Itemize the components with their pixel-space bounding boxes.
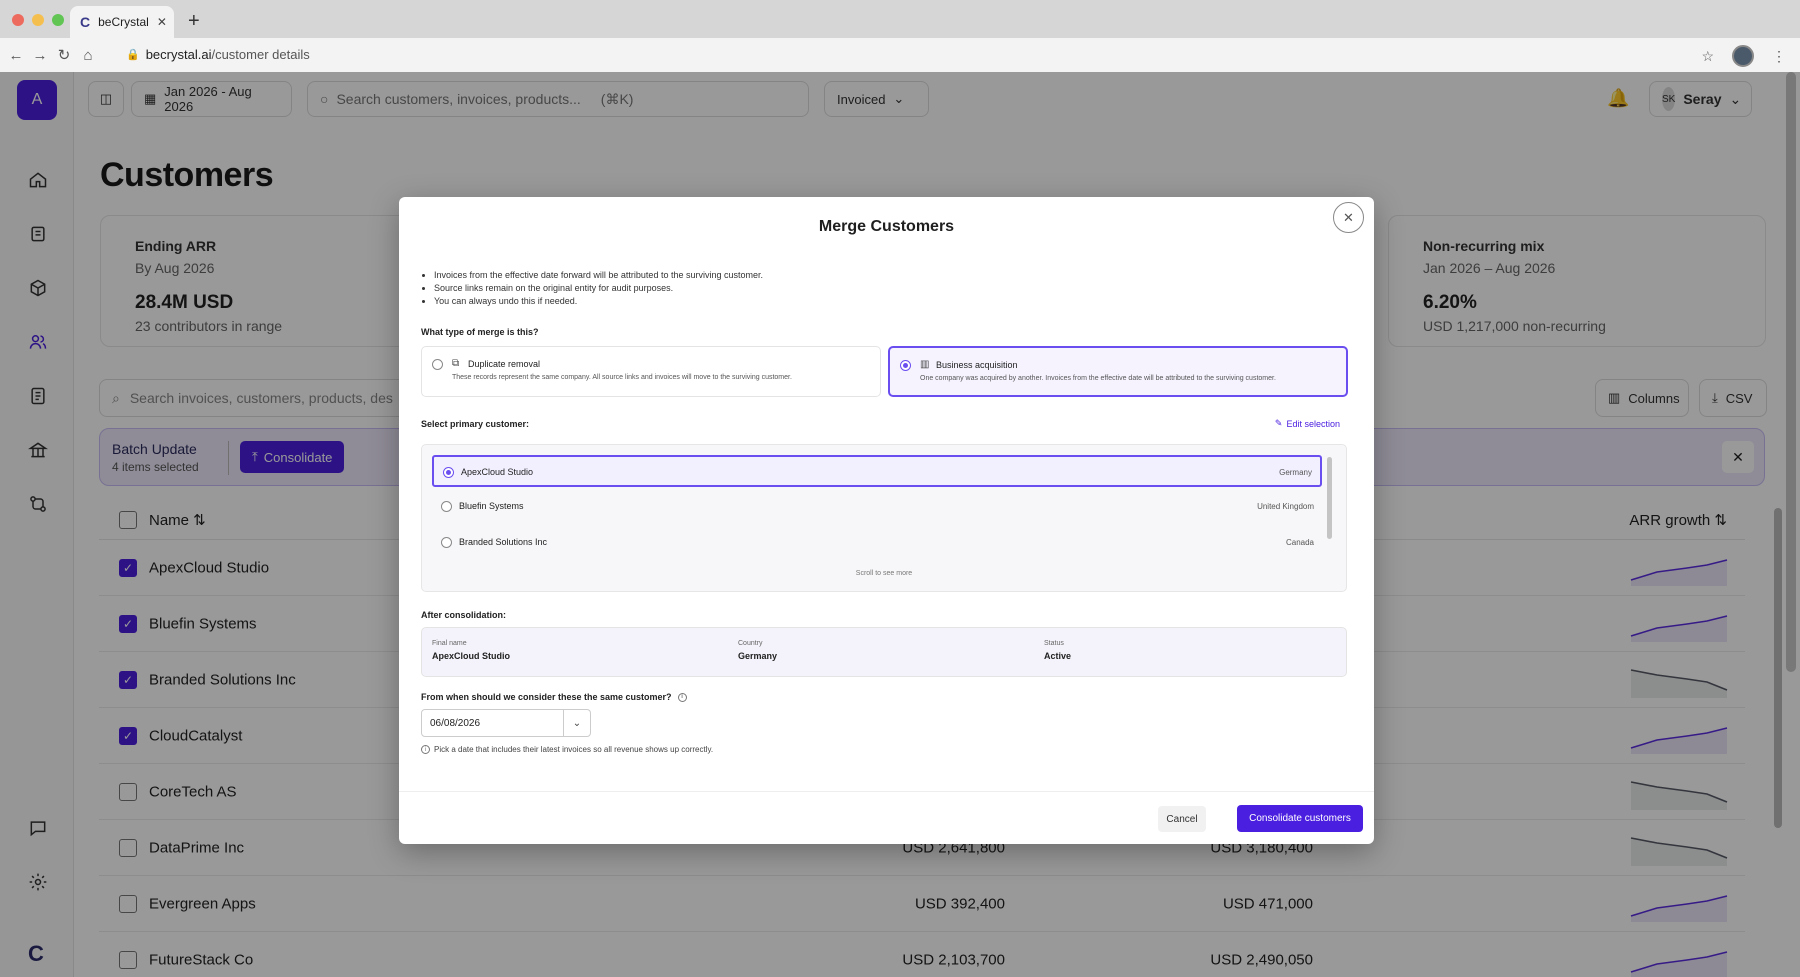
consolidate-customers-button[interactable]: Consolidate customers [1237, 805, 1363, 832]
back-icon[interactable]: ← [4, 47, 28, 64]
bookmark-star-icon[interactable]: ☆ [1701, 48, 1714, 65]
customer-country: United Kingdom [1257, 502, 1314, 511]
cancel-button[interactable]: Cancel [1158, 806, 1206, 832]
pencil-icon: ✎ [1274, 418, 1283, 428]
customer-radio[interactable] [441, 537, 452, 548]
date-question-label: From when should we consider these the s… [421, 692, 687, 702]
close-icon[interactable]: ✕ [1333, 202, 1364, 233]
window-zoom-button[interactable] [52, 14, 64, 26]
country-label: Country [738, 640, 763, 647]
option-business-acquisition[interactable]: ▥ Business acquisition One company was a… [888, 346, 1348, 397]
building-icon: ▥ [920, 359, 930, 370]
modal-footer: Cancel Consolidate customers [399, 791, 1374, 844]
date-question-text: From when should we consider these the s… [421, 692, 672, 702]
list-scrollbar[interactable] [1327, 457, 1332, 539]
scroll-hint: Scroll to see more [855, 570, 913, 577]
url-field[interactable]: 🔒 becrystal.ai/customer details [126, 47, 310, 62]
merge-type-label: What type of merge is this? [421, 327, 539, 337]
option-duplicate-removal[interactable]: ⧉ Duplicate removal These records repres… [421, 346, 881, 397]
info-bullets: Invoices from the effective date forward… [434, 269, 763, 308]
info-bullet: You can always undo this if needed. [434, 295, 763, 308]
browser-address-bar: ← → ↻ ⌂ 🔒 becrystal.ai/customer details … [0, 38, 1800, 72]
forward-icon[interactable]: → [28, 47, 52, 64]
customer-country: Germany [1279, 468, 1312, 477]
after-consolidation-summary: Final name ApexCloud Studio Country Germ… [421, 627, 1347, 677]
browser-tab[interactable]: C beCrystal ✕ [70, 6, 174, 38]
merge-customers-modal: Merge Customers ✕ Invoices from the effe… [399, 197, 1374, 844]
effective-date-input[interactable]: 06/08/2026 ⌄ [421, 709, 591, 737]
customer-name: ApexCloud Studio [461, 467, 534, 477]
info-icon: i [421, 745, 430, 754]
customer-option[interactable]: ApexCloud Studio Germany [432, 455, 1322, 487]
customer-radio[interactable] [443, 467, 454, 478]
customer-option[interactable]: Branded Solutions Inc Canada [432, 527, 1322, 559]
customer-option[interactable]: Bluefin Systems United Kingdom [432, 491, 1322, 523]
close-tab-icon[interactable]: ✕ [157, 15, 167, 29]
modal-title: Merge Customers [818, 218, 955, 235]
final-name-label: Final name [432, 640, 467, 647]
option-desc: One company was acquired by another. Inv… [920, 375, 1276, 382]
window-minimize-button[interactable] [32, 14, 44, 26]
copy-icon: ⧉ [452, 358, 460, 369]
url-domain: becrystal.ai [145, 47, 212, 62]
tab-title: beCrystal [98, 15, 149, 29]
info-bullet: Invoices from the effective date forward… [434, 269, 763, 282]
browser-menu-icon[interactable]: ⋮ [1772, 48, 1786, 65]
profile-avatar[interactable] [1732, 45, 1754, 67]
country-value: Germany [738, 651, 778, 661]
info-bullet: Source links remain on the original enti… [434, 282, 763, 295]
new-tab-icon[interactable]: + [188, 10, 200, 33]
url-path: /customer details [211, 47, 310, 62]
favicon-icon: C [80, 14, 91, 30]
info-icon[interactable]: i [677, 692, 687, 702]
window-close-button[interactable] [12, 14, 24, 26]
option-title: Duplicate removal [468, 359, 541, 369]
final-name-value: ApexCloud Studio [432, 651, 510, 661]
edit-selection-label: Edit selection [1286, 418, 1340, 429]
effective-date-value: 06/08/2026 [430, 718, 481, 729]
date-hint-text: Pick a date that includes their latest i… [434, 745, 714, 754]
lock-icon: 🔒 [126, 49, 140, 61]
option-desc: These records represent the same company… [452, 374, 792, 381]
customer-name: Bluefin Systems [459, 501, 524, 511]
status-label: Status [1044, 640, 1064, 647]
browser-tabbar: C beCrystal ✕ + [0, 0, 1800, 38]
status-value: Active [1044, 651, 1072, 661]
customer-name: Branded Solutions Inc [459, 537, 548, 547]
edit-selection-link[interactable]: ✎ Edit selection [1275, 418, 1340, 429]
primary-customer-list: ApexCloud Studio Germany Bluefin Systems… [421, 444, 1347, 592]
primary-customer-label: Select primary customer: [421, 419, 530, 429]
customer-country: Canada [1285, 538, 1314, 547]
after-consolidation-label: After consolidation: [421, 610, 506, 620]
radio-duplicate-removal[interactable] [432, 359, 443, 370]
reload-icon[interactable]: ↻ [52, 46, 76, 64]
date-hint: i Pick a date that includes their latest… [421, 745, 713, 754]
home-icon[interactable]: ⌂ [76, 47, 100, 64]
radio-business-acquisition[interactable] [900, 360, 911, 371]
customer-radio[interactable] [441, 501, 452, 512]
option-title: Business acquisition [936, 360, 1018, 370]
chevron-down-icon[interactable]: ⌄ [563, 710, 590, 736]
